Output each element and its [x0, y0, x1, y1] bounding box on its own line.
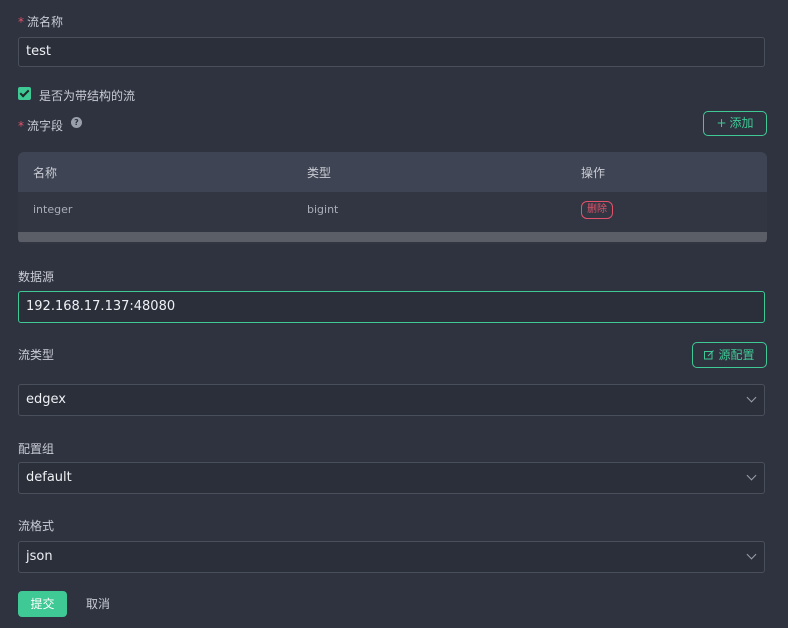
chevron-down-icon	[746, 470, 757, 481]
required-mark: *	[18, 119, 24, 133]
add-field-label: 添加	[729, 116, 754, 130]
delete-field-button[interactable]: 删除	[581, 201, 613, 219]
chevron-down-icon	[746, 392, 757, 403]
stream-format-label: 流格式	[18, 519, 55, 533]
structured-stream-label: 是否为带结构的流	[39, 89, 136, 103]
help-icon[interactable]: ?	[71, 117, 82, 128]
datasource-label: 数据源	[18, 270, 55, 284]
add-field-button[interactable]: + 添加	[703, 111, 767, 136]
structured-stream-checkbox[interactable]	[18, 87, 31, 100]
stream-type-label: 流类型	[18, 348, 55, 362]
stream-name-input[interactable]: test	[18, 37, 765, 67]
stream-format-value: json	[26, 549, 53, 564]
submit-button[interactable]: 提交	[18, 591, 67, 617]
config-group-label: 配置组	[18, 442, 55, 456]
datasource-input[interactable]: 192.168.17.137:48080	[18, 291, 765, 323]
stream-type-value: edgex	[26, 392, 66, 407]
table-header: 名称 类型 操作	[18, 152, 767, 192]
source-config-button[interactable]: 源配置	[692, 342, 767, 368]
edit-icon	[704, 350, 715, 360]
cancel-button[interactable]: 取消	[86, 595, 110, 612]
datasource-value: 192.168.17.137:48080	[26, 299, 176, 314]
chevron-down-icon	[746, 549, 757, 560]
config-group-value: default	[26, 470, 72, 485]
column-header-name: 名称	[33, 166, 58, 180]
column-header-type: 类型	[307, 166, 332, 180]
plus-icon: +	[716, 116, 727, 130]
horizontal-scrollbar[interactable]	[18, 232, 767, 242]
column-header-action: 操作	[581, 166, 606, 180]
stream-fields-table: 名称 类型 操作 integer bigint 删除	[18, 152, 767, 244]
stream-name-value: test	[26, 44, 51, 59]
source-config-label: 源配置	[718, 348, 755, 362]
stream-format-select[interactable]: json	[18, 541, 765, 573]
config-group-select[interactable]: default	[18, 462, 765, 494]
cell-field-name: integer	[33, 203, 73, 216]
stream-type-select[interactable]: edgex	[18, 384, 765, 416]
required-mark: *	[18, 15, 24, 29]
stream-fields-label: * 流字段	[18, 119, 64, 133]
cell-field-type: bigint	[307, 203, 339, 216]
stream-name-label: * 流名称	[18, 15, 64, 29]
